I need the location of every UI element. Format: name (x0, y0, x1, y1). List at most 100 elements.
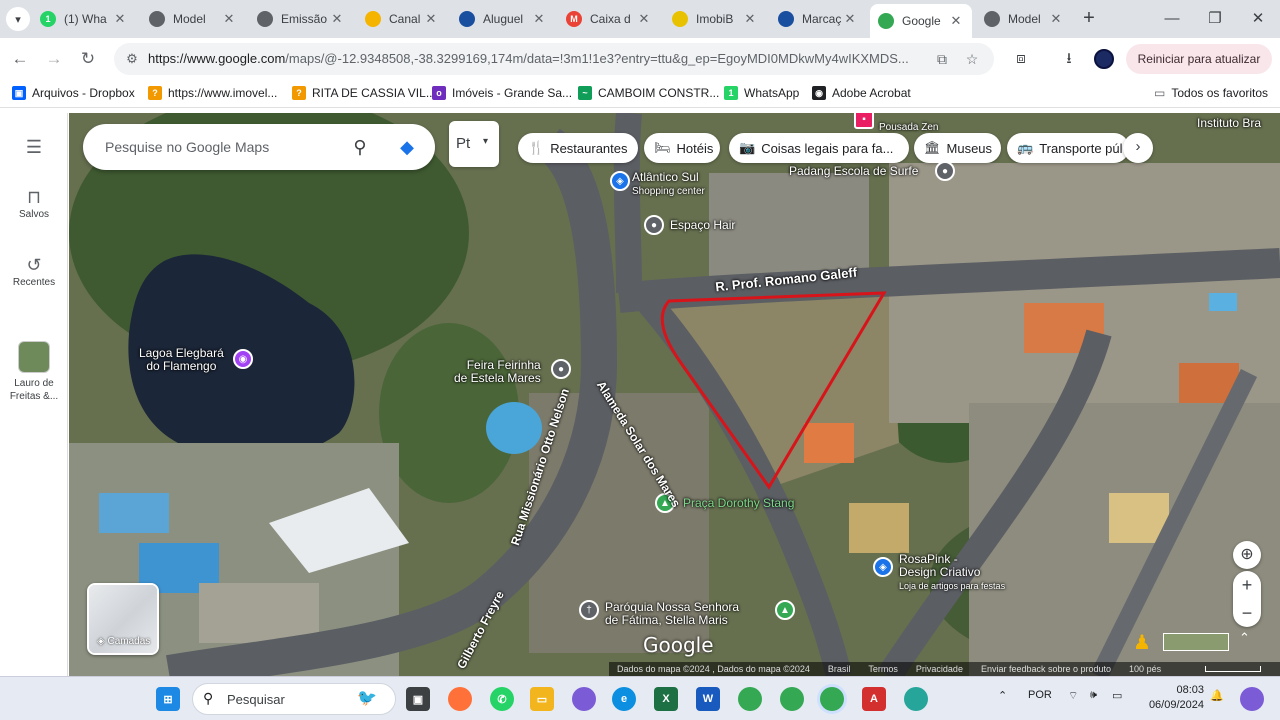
chips-next-button[interactable]: › (1123, 133, 1153, 163)
clock[interactable]: 08:03 06/09/2024 (1142, 683, 1204, 713)
bookmark-item[interactable]: ◉ Adobe Acrobat (812, 86, 911, 100)
chrome-active-icon[interactable] (820, 687, 844, 711)
notification-icon[interactable]: 🔔 (1210, 689, 1224, 702)
place-pin-icon[interactable]: ● (551, 359, 571, 379)
file-explorer-icon[interactable]: ▭ (530, 687, 554, 711)
firefox-icon[interactable] (448, 687, 472, 711)
label-paroquia[interactable]: Paróquia Nossa Senhora de Fátima, Stella … (605, 601, 739, 627)
bookmark-item[interactable]: ▣ Arquivos - Dropbox (12, 86, 135, 100)
bookmark-item[interactable]: ? https://www.imovel... (148, 86, 277, 100)
input-tools-button[interactable]: Pt ▾ (449, 121, 499, 167)
download-icon[interactable]: ⭳ (1058, 48, 1080, 70)
install-app-icon[interactable]: ⧉ (932, 49, 952, 69)
category-chip[interactable]: 🚌 Transporte púl (1007, 133, 1129, 163)
chrome-icon[interactable] (738, 687, 762, 711)
browser-tab[interactable]: Canal P✕ (357, 4, 447, 34)
label-feira[interactable]: Feira Feirinha de Estela Mares (454, 359, 541, 385)
browser-tab[interactable]: Aluguel ✕ (451, 4, 555, 34)
browser-tab[interactable]: Google ✕ (870, 4, 972, 38)
browser-tab[interactable]: Marcaç ✕ (770, 4, 866, 34)
wifi-icon[interactable]: ⌔ (1068, 689, 1078, 703)
whatsapp-icon[interactable]: ✆ (490, 687, 514, 711)
category-chip[interactable]: 🛏 Hotéis (644, 133, 720, 163)
tab-close-icon[interactable]: ✕ (948, 13, 964, 29)
directions-icon[interactable]: ◆ (395, 135, 419, 159)
new-tab-button[interactable]: + (1078, 6, 1100, 32)
browser-tab[interactable]: M Caixa d ✕ (558, 4, 660, 34)
browser-tab[interactable]: Model ✕ (976, 4, 1072, 34)
park-pin-icon[interactable]: ▲ (775, 600, 795, 620)
terms-link[interactable]: Termos (868, 664, 898, 674)
tab-close-icon[interactable]: ✕ (112, 11, 128, 27)
expand-icon[interactable]: ⌃ (1239, 630, 1255, 648)
task-view-icon[interactable]: ▣ (406, 687, 430, 711)
site-info-icon[interactable]: ⚙ (122, 49, 142, 69)
feedback-link[interactable]: Enviar feedback sobre o produto (981, 664, 1111, 674)
store-pin-icon[interactable]: ◈ (873, 557, 893, 577)
bookmark-star-icon[interactable]: ☆ (962, 49, 982, 69)
tab-search-button[interactable]: ▾ (6, 7, 30, 31)
back-button[interactable]: ← (8, 47, 32, 71)
attraction-pin-icon[interactable]: ◉ (233, 349, 253, 369)
privacy-link[interactable]: Privacidade (916, 664, 963, 674)
church-pin-icon[interactable]: † (579, 600, 599, 620)
bookmark-item[interactable]: ? RITA DE CASSIA VIL... (292, 86, 436, 100)
layers-button[interactable]: ◈ Camadas (87, 583, 159, 655)
restore-button[interactable]: ❐ (1195, 6, 1235, 32)
label-padang[interactable]: Padang Escola de Surfe (789, 165, 918, 178)
battery-icon[interactable]: ▭ (1112, 689, 1122, 702)
profile-avatar[interactable] (1094, 49, 1114, 69)
label-atlantico-sul[interactable]: Atlântico Sul Shopping center (632, 171, 705, 198)
tab-close-icon[interactable]: ✕ (329, 11, 345, 27)
recents-button[interactable]: ↺ Recentes (0, 253, 68, 288)
search-input[interactable]: Pesquise no Google Maps (105, 139, 269, 155)
close-window-button[interactable]: ✕ (1238, 6, 1278, 32)
language-indicator[interactable]: POR (1028, 689, 1052, 701)
copilot-tray-icon[interactable] (1240, 687, 1264, 711)
menu-button[interactable]: ☰ (0, 135, 68, 159)
country-link[interactable]: Brasil (828, 664, 851, 674)
recent-place-button[interactable]: Lauro de Freitas &... (0, 341, 68, 403)
zoom-out-button[interactable]: − (1233, 599, 1261, 627)
edge-icon[interactable]: e (612, 687, 636, 711)
copilot-icon[interactable] (572, 687, 596, 711)
browser-tab[interactable]: Emissão ✕ (249, 4, 353, 34)
browser-tab[interactable]: ImobiB ✕ (664, 4, 766, 34)
acrobat-icon[interactable]: A (862, 687, 886, 711)
search-icon[interactable]: ⚲ (349, 136, 371, 158)
taskbar-search[interactable]: ⚲ Pesquisar 🐦 (192, 683, 396, 715)
tab-close-icon[interactable]: ✕ (221, 11, 237, 27)
satellite-map[interactable]: Pesquise no Google Maps ⚲ ◆ Pt ▾ 🍴 Restau… (69, 113, 1280, 676)
restart-update-button[interactable]: Reiniciar para atualizar (1126, 44, 1272, 74)
tab-close-icon[interactable]: ✕ (1048, 11, 1064, 27)
label-lagoa[interactable]: Lagoa Elegbará do Flamengo (139, 347, 224, 373)
label-instituto[interactable]: Instituto Bra (1197, 117, 1261, 130)
tray-overflow-icon[interactable]: ⌃ (998, 689, 1007, 702)
pegman-icon[interactable]: ♟ (1129, 630, 1155, 658)
tab-close-icon[interactable]: ✕ (423, 11, 439, 27)
tab-close-icon[interactable]: ✕ (636, 11, 652, 27)
volume-icon[interactable]: 🕪 (1090, 689, 1097, 702)
word-icon[interactable]: W (696, 687, 720, 711)
maps-search-box[interactable]: Pesquise no Google Maps ⚲ ◆ (83, 124, 435, 170)
address-bar[interactable]: ⚙ https://www.google.com/maps/@-12.93485… (114, 43, 994, 75)
label-espaco-hair[interactable]: Espaço Hair (670, 219, 735, 232)
lodging-pin-icon[interactable]: ▪ (854, 113, 874, 129)
browser-tab[interactable]: Model ✕ (141, 4, 245, 34)
all-favorites-folder[interactable]: ▭ Todos os favoritos (1154, 86, 1268, 100)
browser-tab[interactable]: 1 (1) Wha ✕ (32, 4, 136, 34)
category-chip[interactable]: 🏛 Museus (914, 133, 1001, 163)
tab-close-icon[interactable]: ✕ (742, 11, 758, 27)
label-praca[interactable]: Praça Dorothy Stang (683, 497, 794, 510)
label-pousada[interactable]: Pousada Zen (879, 121, 939, 134)
bookmark-item[interactable]: ~ CAMBOIM CONSTR... (578, 86, 719, 100)
extensions-icon[interactable]: ⧈ (1010, 48, 1032, 70)
label-rosapink[interactable]: RosaPink - Design Criativo Loja de artigos… (899, 553, 1005, 593)
category-chip[interactable]: 🍴 Restaurantes (518, 133, 638, 163)
zoom-in-button[interactable]: + (1233, 571, 1261, 599)
category-chip[interactable]: 📷 Coisas legais para fa... (729, 133, 909, 163)
start-button[interactable]: ⊞ (156, 687, 180, 711)
tab-close-icon[interactable]: ✕ (842, 11, 858, 27)
shopping-pin-icon[interactable]: ◈ (610, 171, 630, 191)
chrome-profile-icon[interactable] (780, 687, 804, 711)
